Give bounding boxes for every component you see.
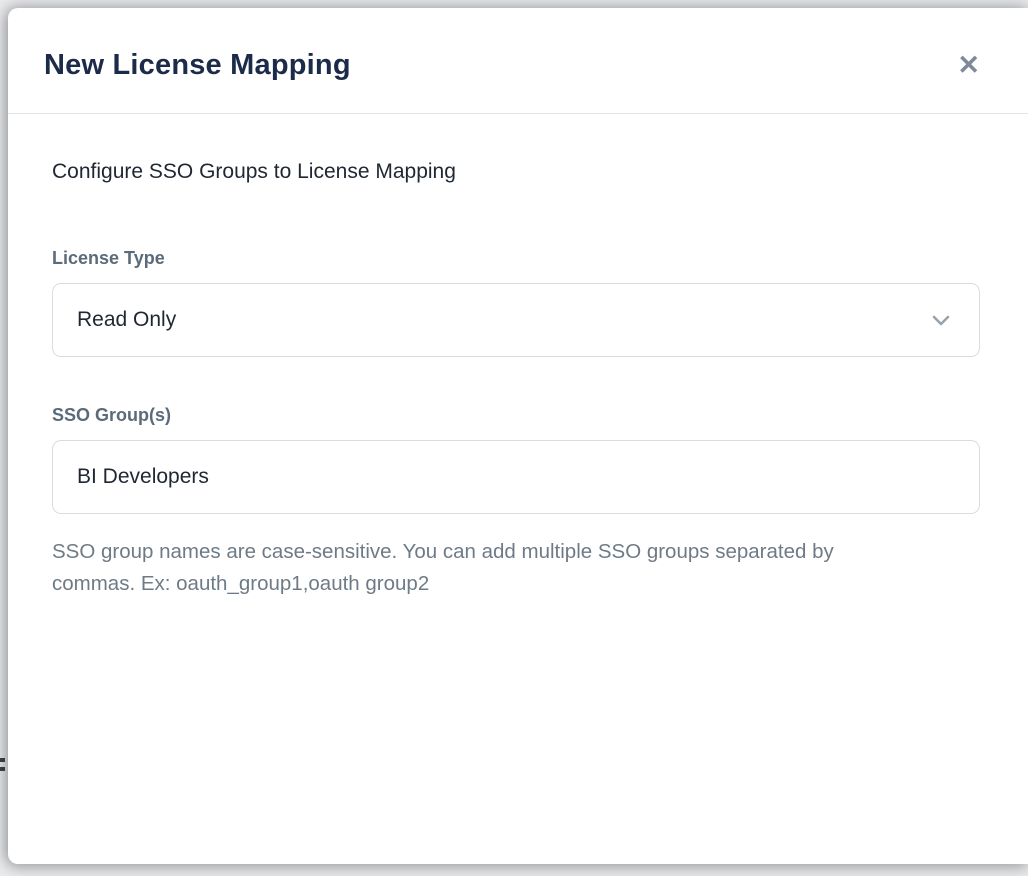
sso-groups-label: SSO Group(s) <box>52 405 984 426</box>
modal-subtitle: Configure SSO Groups to License Mapping <box>52 160 984 184</box>
chevron-down-icon <box>929 308 953 332</box>
sso-groups-help-text: SSO group names are case-sensitive. You … <box>52 536 892 600</box>
sso-groups-input[interactable] <box>52 440 980 514</box>
modal-header: New License Mapping ✕ <box>8 8 1028 114</box>
license-type-label: License Type <box>52 248 984 269</box>
close-icon[interactable]: ✕ <box>953 48 984 83</box>
modal-body: Configure SSO Groups to License Mapping … <box>8 114 1028 864</box>
screen: New License Mapping ✕ Configure SSO Grou… <box>0 0 1028 876</box>
background-text-fragment <box>0 767 5 771</box>
license-type-selected-value: Read Only <box>77 308 176 332</box>
background-page-edge <box>0 758 5 792</box>
background-text-fragment <box>0 758 5 762</box>
license-type-select[interactable]: Read Only <box>52 283 980 357</box>
new-license-mapping-modal: New License Mapping ✕ Configure SSO Grou… <box>8 8 1028 864</box>
modal-title: New License Mapping <box>44 49 351 82</box>
